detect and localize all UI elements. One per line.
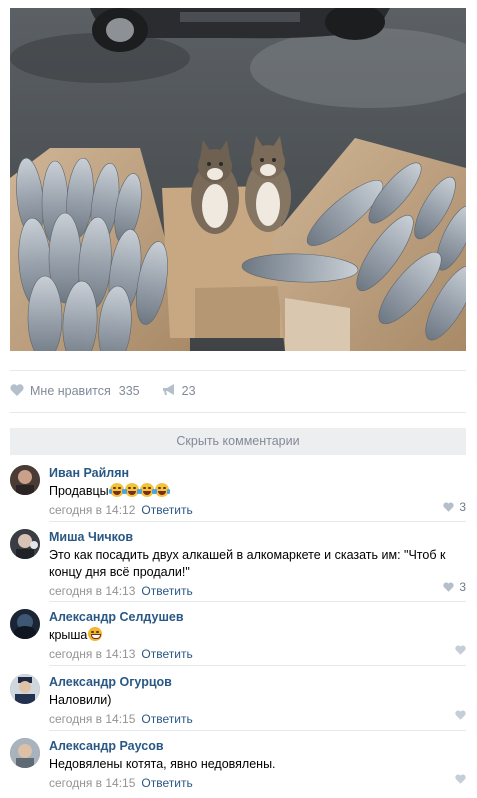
comment-time[interactable]: сегодня в 14:15 [49, 776, 135, 790]
comment-item: Миша Чичков Это как посадить двух алкаше… [10, 529, 466, 599]
heart-icon [455, 774, 466, 784]
comment-author[interactable]: Миша Чичков [49, 529, 466, 545]
comment-like-button[interactable] [455, 710, 466, 720]
reply-button[interactable]: Ответить [141, 584, 192, 598]
comment-item: Александр Огурцов Наловили) сегодня в 14… [10, 674, 466, 726]
heart-icon [443, 502, 454, 512]
comment-text: Недовялены котята, явно недовялены. [49, 757, 276, 771]
comment-author[interactable]: Александр Огурцов [49, 674, 466, 690]
comment-author[interactable]: Иван Райлян [49, 465, 466, 481]
post-actions: Мне нравится 335 23 [10, 380, 196, 402]
comment-meta: сегодня в 14:12 Ответить [49, 502, 466, 518]
heart-icon [443, 582, 454, 592]
like-button[interactable]: Мне нравится 335 [10, 383, 140, 399]
joy-emoji-icon [138, 483, 155, 497]
like-count: 335 [118, 384, 140, 398]
like-label: Мне нравится [30, 384, 111, 398]
comment-text: Наловили) [49, 693, 112, 707]
comment-text: Это как посадить двух алкашей в алкомарк… [49, 548, 446, 579]
avatar[interactable] [10, 465, 40, 495]
divider [49, 665, 466, 666]
comment-like-count: 3 [459, 500, 466, 514]
comment-meta: сегодня в 14:13 Ответить [49, 583, 466, 599]
reply-button[interactable]: Ответить [141, 776, 192, 790]
comment-time[interactable]: сегодня в 14:12 [49, 503, 135, 517]
divider [10, 412, 466, 413]
divider [49, 730, 466, 731]
post-photo[interactable] [10, 8, 466, 351]
comment-like-button[interactable] [455, 645, 466, 655]
comment-time[interactable]: сегодня в 14:15 [49, 712, 135, 726]
comment-meta: сегодня в 14:15 Ответить [49, 775, 466, 791]
joy-emoji-icon [108, 483, 125, 497]
heart-icon [10, 383, 24, 399]
divider [10, 370, 466, 371]
avatar[interactable] [10, 738, 40, 768]
comment-meta: сегодня в 14:15 Ответить [49, 711, 466, 727]
comment-author[interactable]: Александр Селдушев [49, 609, 466, 625]
avatar[interactable] [10, 674, 40, 704]
heart-icon [455, 645, 466, 655]
comment-like-count: 3 [459, 580, 466, 594]
comment-item: Александр Раусов Недовялены котята, явно… [10, 738, 466, 790]
joy-emoji-icon [153, 483, 170, 497]
comment-like-button[interactable] [455, 774, 466, 784]
reply-button[interactable]: Ответить [141, 647, 192, 661]
comment-time[interactable]: сегодня в 14:13 [49, 584, 135, 598]
comment-text: крыша [49, 627, 466, 644]
comment-meta: сегодня в 14:13 Ответить [49, 646, 466, 662]
comment-like-button[interactable]: 3 [443, 580, 466, 594]
reply-button[interactable]: Ответить [141, 712, 192, 726]
megaphone-icon [162, 383, 176, 399]
avatar[interactable] [10, 609, 40, 639]
hide-comments-button[interactable]: Скрыть комментарии [10, 428, 466, 455]
grimace-emoji-icon [88, 627, 103, 641]
comment-item: Иван Райлян Продавцы сегодня в 14:12 Отве… [10, 465, 466, 517]
joy-emoji-icon [123, 483, 140, 497]
divider [49, 601, 466, 602]
share-count: 23 [181, 384, 196, 398]
comment-author[interactable]: Александр Раусов [49, 738, 466, 754]
reply-button[interactable]: Ответить [141, 503, 192, 517]
divider [49, 521, 466, 522]
comment-like-button[interactable]: 3 [443, 500, 466, 514]
share-button[interactable]: 23 [162, 383, 196, 399]
comment-text: Продавцы [49, 483, 466, 500]
avatar[interactable] [10, 529, 40, 559]
heart-icon [455, 710, 466, 720]
comment-time[interactable]: сегодня в 14:13 [49, 647, 135, 661]
comment-item: Александр Селдушев крыша сегодня в 14:13… [10, 609, 466, 661]
